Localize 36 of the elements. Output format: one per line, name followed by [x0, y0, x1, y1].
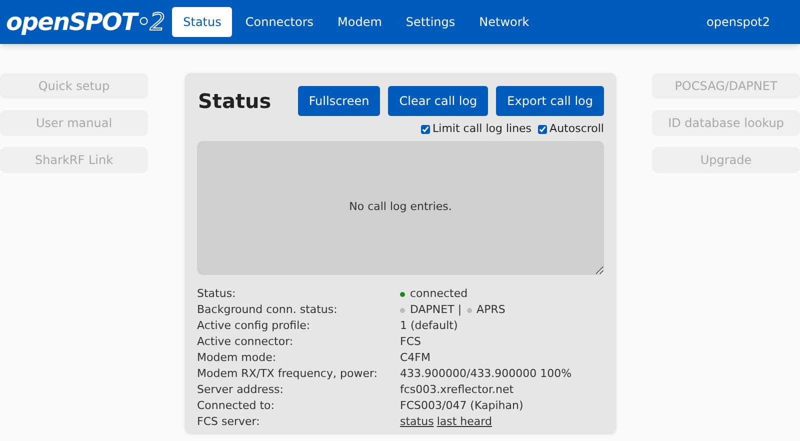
value-text: connected: [410, 286, 468, 302]
link[interactable]: last heard: [436, 414, 492, 431]
checkbox-label: Limit call log lines: [432, 121, 532, 137]
value-text: DAPNET |: [410, 302, 462, 318]
status-label: Connected to:: [197, 398, 276, 414]
action-button[interactable]: Fullscreen: [298, 86, 380, 116]
action-button[interactable]: Export call log: [496, 86, 604, 116]
status-label: FCS server:: [197, 414, 261, 430]
value-text: C4FM: [400, 350, 430, 366]
nav-tab[interactable]: Status: [172, 7, 232, 37]
action-button[interactable]: Clear call log: [388, 86, 488, 116]
value-text: FCS003/047 (Kapihan): [400, 398, 524, 414]
link[interactable]: status: [400, 414, 434, 431]
status-label: Background conn. status:: [197, 302, 338, 318]
value-text: FCS: [400, 334, 421, 350]
checkbox[interactable]: [420, 124, 430, 134]
nav-tab[interactable]: Connectors: [234, 7, 325, 37]
status-label: Active config profile:: [197, 318, 312, 334]
logo[interactable]: openSPOT•2: [6, 4, 164, 40]
call-log-area[interactable]: No call log entries.: [197, 140, 604, 274]
checkbox[interactable]: [538, 124, 547, 134]
value-text: 1 (default): [400, 318, 458, 334]
status-label: Modem mode:: [197, 350, 278, 366]
status-label: Modem RX/TX frequency, power:: [197, 366, 378, 382]
nav-tab[interactable]: Network: [468, 7, 540, 37]
status-label: Status:: [197, 286, 237, 302]
nav-tab[interactable]: Settings: [394, 7, 466, 37]
nav-tab[interactable]: Modem: [326, 7, 393, 37]
status-label: Server address:: [197, 382, 284, 398]
hostname: openspot2: [706, 14, 770, 31]
status-label: Active connector:: [197, 334, 294, 350]
value-text: APRS: [476, 302, 506, 318]
panel-title: Status: [198, 88, 272, 115]
value-text: 433.900000/433.900000 100%: [400, 366, 572, 382]
checkbox-label: Autoscroll: [550, 121, 604, 137]
value-text: fcs003.xreflector.net: [400, 382, 514, 398]
